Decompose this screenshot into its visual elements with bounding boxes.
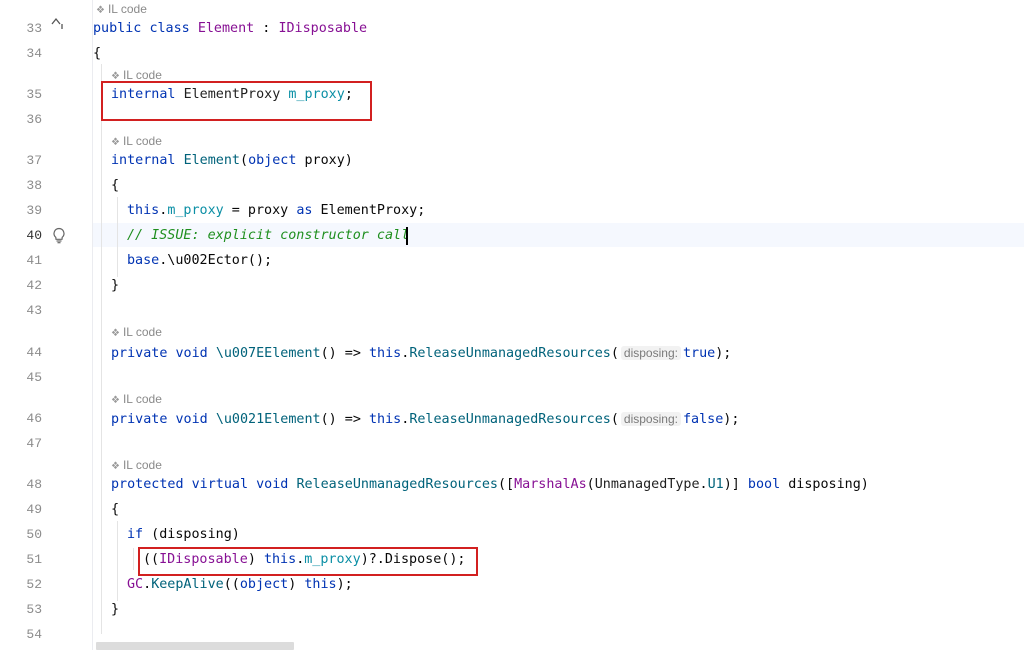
line-number: 33 bbox=[26, 21, 42, 36]
indent-guide bbox=[133, 548, 134, 570]
gutter: 33 34 35 36 37 38 39 40 41 42 43 44 45 4… bbox=[0, 0, 93, 650]
code-line-37[interactable]: internal Element(object proxy) bbox=[111, 151, 353, 171]
chevron-up-icon[interactable] bbox=[50, 16, 64, 34]
line-number: 53 bbox=[26, 602, 42, 617]
line-number: 43 bbox=[26, 303, 42, 318]
il-code-hint[interactable]: ❖ IL code bbox=[111, 133, 162, 149]
code-line-49[interactable]: { bbox=[111, 500, 119, 520]
code-line-44[interactable]: private void \u007EElement() => this.Rel… bbox=[111, 343, 731, 363]
line-number-current: 40 bbox=[26, 228, 42, 243]
indent-guide bbox=[117, 197, 118, 277]
line-number: 41 bbox=[26, 253, 42, 268]
line-number: 42 bbox=[26, 278, 42, 293]
text-caret bbox=[406, 227, 408, 245]
code-line-34[interactable]: { bbox=[93, 44, 101, 64]
line-number: 37 bbox=[26, 153, 42, 168]
highlight-box bbox=[101, 81, 372, 121]
code-line-50[interactable]: if (disposing) bbox=[127, 525, 240, 545]
line-number: 54 bbox=[26, 627, 42, 642]
line-number: 36 bbox=[26, 112, 42, 127]
code-line-48[interactable]: protected virtual void ReleaseUnmanagedR… bbox=[111, 475, 869, 495]
lightbulb-icon[interactable] bbox=[52, 227, 66, 248]
line-number: 52 bbox=[26, 577, 42, 592]
diamond-icon: ❖ bbox=[111, 137, 120, 148]
highlight-box bbox=[138, 547, 478, 576]
code-line-40[interactable]: // ISSUE: explicit constructor call bbox=[127, 226, 409, 246]
diamond-icon: ❖ bbox=[96, 5, 105, 16]
horizontal-scrollbar[interactable] bbox=[96, 642, 294, 650]
indent-guide bbox=[117, 521, 118, 601]
code-line-53[interactable]: } bbox=[111, 600, 119, 620]
code-line-46[interactable]: private void \u0021Element() => this.Rel… bbox=[111, 409, 739, 429]
line-number: 39 bbox=[26, 203, 42, 218]
il-code-hint[interactable]: ❖ IL code bbox=[111, 457, 162, 473]
line-number: 35 bbox=[26, 87, 42, 102]
line-number: 47 bbox=[26, 436, 42, 451]
diamond-icon: ❖ bbox=[111, 395, 120, 406]
diamond-icon: ❖ bbox=[111, 328, 120, 339]
code-line-38[interactable]: { bbox=[111, 176, 119, 196]
code-line-39[interactable]: this.m_proxy = proxy as ElementProxy; bbox=[127, 201, 425, 221]
code-editor[interactable]: ❖ IL code public class Element : IDisposa… bbox=[93, 0, 1024, 650]
il-code-hint[interactable]: ❖ IL code bbox=[111, 391, 162, 407]
code-line-41[interactable]: base.\u002Ector(); bbox=[127, 251, 272, 271]
line-number: 38 bbox=[26, 178, 42, 193]
line-number: 51 bbox=[26, 552, 42, 567]
line-number: 34 bbox=[26, 46, 42, 61]
il-code-hint[interactable]: ❖ IL code bbox=[111, 324, 162, 340]
diamond-icon: ❖ bbox=[111, 461, 120, 472]
code-line-52[interactable]: GC.KeepAlive((object) this); bbox=[127, 575, 353, 595]
parameter-hint: disposing: bbox=[620, 346, 681, 360]
parameter-hint: disposing: bbox=[620, 412, 681, 426]
il-code-hint[interactable]: ❖ IL code bbox=[96, 1, 147, 17]
line-number: 49 bbox=[26, 502, 42, 517]
line-number: 48 bbox=[26, 477, 42, 492]
line-number: 46 bbox=[26, 411, 42, 426]
indent-guide bbox=[101, 64, 102, 634]
code-line-33[interactable]: public class Element : IDisposable bbox=[93, 19, 367, 39]
line-number: 44 bbox=[26, 345, 42, 360]
line-number: 45 bbox=[26, 370, 42, 385]
code-line-42[interactable]: } bbox=[111, 276, 119, 296]
line-number: 50 bbox=[26, 527, 42, 542]
